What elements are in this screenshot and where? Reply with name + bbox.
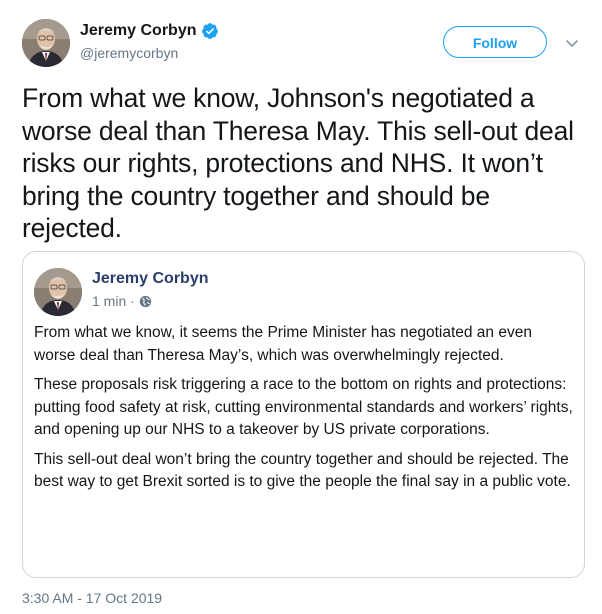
tweet-text: From what we know, Johnson's negotiated … [22, 83, 574, 243]
quoted-paragraph: From what we know, it seems the Prime Mi… [34, 324, 532, 364]
tweet-timestamp[interactable]: 3:30 AM - 17 Oct 2019 [22, 590, 162, 606]
author-handle[interactable]: @jeremycorbyn [80, 45, 178, 61]
chevron-down-icon[interactable] [565, 36, 579, 47]
quoted-time[interactable]: 1 min · [92, 293, 135, 309]
author-display-name[interactable]: Jeremy Corbyn [80, 22, 197, 40]
quoted-paragraph: These proposals risk triggering a race t… [34, 376, 573, 438]
quoted-avatar[interactable] [34, 268, 82, 316]
quoted-body: From what we know, it seems the Prime Mi… [34, 322, 574, 501]
avatar-photo [22, 19, 70, 67]
quoted-avatar-photo [34, 268, 82, 316]
quoted-author-name[interactable]: Jeremy Corbyn [92, 270, 209, 288]
globe-icon [139, 295, 152, 308]
author-name-row: Jeremy Corbyn [80, 22, 219, 40]
follow-button[interactable]: Follow [443, 26, 547, 58]
verified-badge-icon [201, 22, 219, 40]
quoted-meta: 1 min · [92, 293, 152, 309]
tweet-card: Jeremy Corbyn @jeremycorbyn Follow From … [0, 0, 602, 614]
quoted-tweet[interactable]: Jeremy Corbyn 1 min · From what we know,… [22, 251, 585, 578]
avatar[interactable] [22, 19, 70, 67]
quoted-paragraph: This sell-out deal won’t bring the count… [34, 450, 571, 491]
